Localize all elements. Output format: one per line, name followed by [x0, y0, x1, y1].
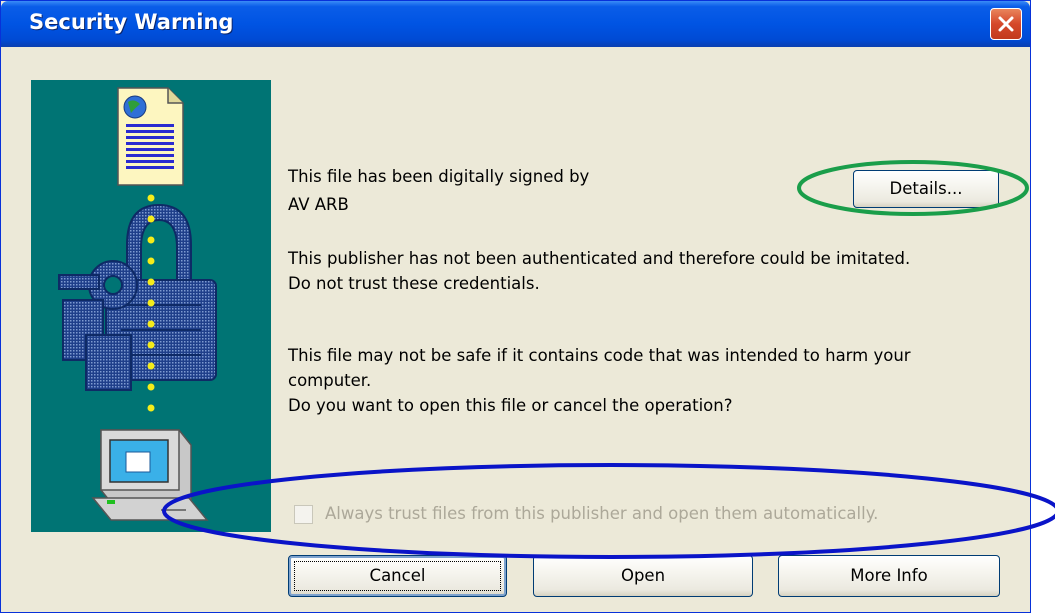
always-trust-checkbox[interactable]: [294, 505, 313, 524]
window-title: Security Warning: [29, 10, 234, 34]
details-button-label: Details...: [889, 179, 963, 198]
always-trust-label: Always trust files from this publisher a…: [325, 504, 879, 523]
authentication-warning-line2: Do not trust these credentials.: [288, 274, 540, 293]
safety-warning-line2: computer.: [288, 371, 372, 390]
safety-warning-line3: Do you want to open this file or cancel …: [288, 396, 733, 415]
title-bar[interactable]: Security Warning: [1, 1, 1030, 47]
close-button[interactable]: [990, 8, 1022, 40]
close-icon: [998, 16, 1014, 32]
certificate-document-icon: [117, 87, 184, 186]
authentication-warning-line1: This publisher has not been authenticate…: [288, 249, 911, 268]
safety-warning-line1: This file may not be safe if it contains…: [288, 346, 911, 365]
cancel-button[interactable]: Cancel: [288, 555, 507, 597]
open-button[interactable]: Open: [533, 555, 753, 597]
cancel-button-label: Cancel: [369, 566, 426, 585]
more-info-button[interactable]: More Info: [778, 555, 1000, 597]
security-warning-dialog: Security Warning This file has been digi…: [0, 0, 1031, 613]
publisher-name: AV ARB: [288, 195, 349, 214]
dialog-body: This file has been digitally signed by A…: [7, 47, 1024, 606]
computer-icon: [91, 429, 209, 521]
details-button[interactable]: Details...: [853, 170, 999, 208]
signed-by-text: This file has been digitally signed by: [288, 167, 590, 186]
security-illustration: [31, 80, 271, 532]
open-button-label: Open: [620, 566, 666, 585]
more-info-button-label: More Info: [850, 566, 928, 585]
